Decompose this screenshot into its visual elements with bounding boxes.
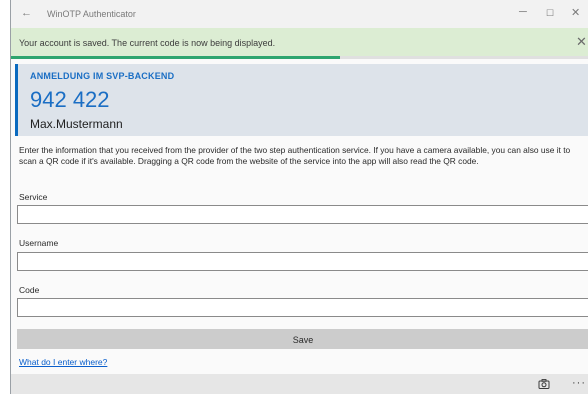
code-label: Code xyxy=(19,285,40,295)
code-input[interactable] xyxy=(17,298,588,317)
code-timer-progress-fill xyxy=(11,56,340,59)
service-label: Service xyxy=(19,192,48,202)
account-label: ANMELDUNG IM SVP-BACKEND xyxy=(30,71,175,81)
title-bar: ← WinOTP Authenticator ─ ☐ ✕ xyxy=(11,0,588,28)
code-timer-progress xyxy=(11,56,588,59)
more-options-button[interactable]: ··· xyxy=(572,377,586,389)
help-link[interactable]: What do I enter where? xyxy=(19,357,107,367)
otp-code: 942 422 xyxy=(30,87,110,112)
success-notification: Your account is saved. The current code … xyxy=(11,28,588,56)
account-username: Max.Mustermann xyxy=(30,117,123,131)
back-button[interactable]: ← xyxy=(21,7,32,19)
window-title: WinOTP Authenticator xyxy=(47,9,136,19)
maximize-button[interactable]: ☐ xyxy=(546,8,554,19)
close-window-button[interactable]: ✕ xyxy=(571,6,580,19)
save-button[interactable]: Save xyxy=(17,329,588,349)
username-label: Username xyxy=(19,238,59,248)
account-card[interactable]: ANMELDUNG IM SVP-BACKEND 942 422 Max.Mus… xyxy=(15,64,588,136)
username-input[interactable] xyxy=(17,252,588,271)
dismiss-notification-button[interactable]: ✕ xyxy=(576,34,587,50)
form-description: Enter the information that you received … xyxy=(19,145,571,166)
app-window: ← WinOTP Authenticator ─ ☐ ✕ Your accoun… xyxy=(10,0,588,394)
minimize-button[interactable]: ─ xyxy=(519,6,527,18)
camera-icon[interactable] xyxy=(538,378,550,390)
notification-message: Your account is saved. The current code … xyxy=(19,38,276,48)
bottom-app-bar: ··· xyxy=(11,374,588,394)
service-input[interactable] xyxy=(17,205,588,224)
